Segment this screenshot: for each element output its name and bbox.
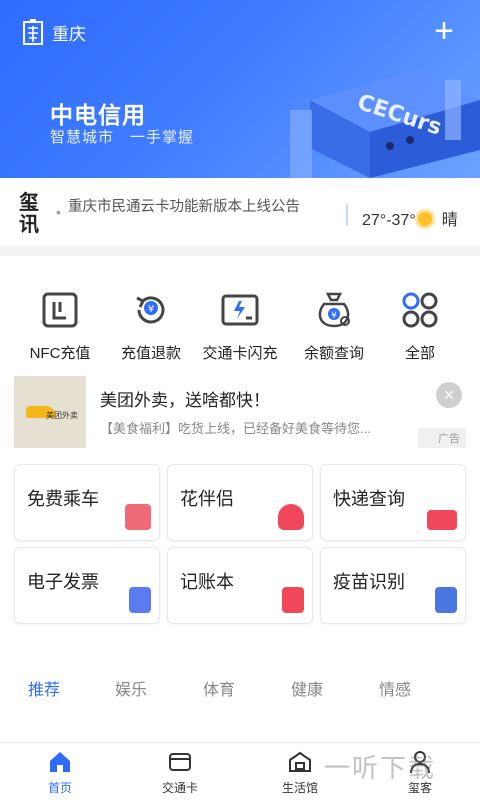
notice-headline[interactable]: 重庆市民通云卡功能新版本上线公告 — [68, 195, 300, 216]
service-label: 余额查询 — [303, 345, 364, 362]
nav-transit-card[interactable]: 交通卡 — [140, 749, 220, 796]
life-hall-icon — [289, 751, 311, 772]
tab-health[interactable]: 健康 — [291, 676, 323, 700]
tab-sports[interactable]: 体育 — [203, 676, 235, 700]
tab-recommend[interactable]: 推荐 — [28, 676, 60, 700]
tile-label: 花伴侣 — [180, 489, 234, 509]
category-tabs: 推荐 娱乐 体育 健康 情感 — [0, 676, 480, 706]
tile-label: 快递查询 — [333, 489, 405, 509]
ad-banner[interactable]: 美团外卖 美团外卖，送啥都快！ 【美食福利】吃货上线，已经备好美食等待您... … — [14, 376, 466, 450]
city-selector[interactable]: 重庆 — [52, 20, 86, 45]
ad-thumbnail: 美团外卖 — [14, 376, 86, 448]
notice-logo: 玺讯 — [19, 192, 39, 236]
tab-emotion[interactable]: 情感 — [379, 676, 411, 700]
ledger-icon — [282, 587, 304, 613]
tab-entertainment[interactable]: 娱乐 — [115, 676, 147, 700]
service-label: 充值退款 — [120, 345, 181, 362]
banner-subtitle: 智慧城市 一手掌握 — [50, 129, 195, 146]
ad-thumb-brand: 美团外卖 — [46, 411, 78, 420]
tile-flower[interactable]: 花伴侣 — [167, 464, 313, 541]
flower-icon — [278, 504, 304, 530]
tile-label: 疫苗识别 — [333, 572, 405, 592]
nav-label: 首页 — [47, 781, 72, 795]
service-grid: NFC充值 ¥ 充值退款 交通卡闪充 ¥ 余额查询 全部 — [0, 280, 480, 363]
tile-label: 记账本 — [180, 572, 234, 592]
invoice-icon — [129, 587, 151, 613]
service-nfc[interactable]: NFC充值 — [12, 280, 108, 363]
service-balance-query[interactable]: ¥ 余额查询 — [286, 280, 382, 363]
close-icon[interactable]: × — [436, 382, 462, 408]
nfc-icon — [42, 292, 78, 328]
header-banner: 重庆 + 中电信用 智慧城市 一手掌握 CECurs — [0, 0, 480, 178]
tile-ledger[interactable]: 记账本 — [167, 547, 313, 624]
banner-illustration: CECurs — [290, 70, 480, 178]
ad-tag: 广告 — [418, 428, 466, 448]
ad-title: 美团外卖，送啥都快！ — [100, 391, 270, 410]
city-logo-icon[interactable] — [22, 18, 44, 46]
service-all[interactable]: 全部 — [372, 280, 468, 363]
tile-vaccine[interactable]: 疫苗识别 — [320, 547, 466, 624]
tile-free-ride[interactable]: 免费乘车 — [14, 464, 160, 541]
ad-description: 【美食福利】吃货上线，已经备好美食等待您... — [100, 421, 371, 436]
service-label: 交通卡闪充 — [202, 345, 278, 362]
tile-label: 电子发票 — [27, 572, 99, 592]
vaccine-book-icon — [435, 587, 457, 613]
watermark: 一听下载 — [324, 753, 437, 783]
nav-home[interactable]: 首页 — [20, 749, 100, 796]
balance-query-icon: ¥ — [318, 292, 350, 328]
svg-text:¥: ¥ — [148, 304, 154, 315]
all-grid-icon — [402, 292, 438, 328]
weather-widget[interactable]: 27°-37° 晴 — [362, 206, 458, 230]
svg-text:¥: ¥ — [331, 311, 337, 321]
truck-icon — [427, 510, 457, 530]
refund-icon: ¥ — [136, 296, 165, 324]
tile-label: 免费乘车 — [27, 489, 99, 509]
home-icon — [50, 752, 70, 772]
add-icon[interactable]: + — [434, 14, 454, 48]
quick-tiles: 免费乘车 花伴侣 快递查询 电子发票 记账本 疫苗识别 — [14, 464, 466, 626]
weather-condition: 晴 — [441, 212, 458, 229]
card-icon — [169, 753, 191, 771]
notice-bar[interactable]: 玺讯 • 重庆市民通云卡功能新版本上线公告 27°-37° 晴 — [0, 178, 480, 256]
bullet-icon: • — [56, 204, 61, 220]
flash-charge-icon — [221, 294, 259, 326]
banner-title: 中电信用 — [50, 102, 146, 128]
service-label: 全部 — [404, 345, 435, 362]
tile-e-invoice[interactable]: 电子发票 — [14, 547, 160, 624]
tile-express-query[interactable]: 快递查询 — [320, 464, 466, 541]
weather-temperature: 27°-37° — [362, 212, 416, 229]
service-refund[interactable]: ¥ 充值退款 — [103, 280, 199, 363]
free-ride-icon — [125, 504, 151, 530]
divider — [346, 204, 348, 226]
nav-label: 交通卡 — [161, 781, 198, 795]
sun-icon — [417, 212, 432, 226]
service-flash-charge[interactable]: 交通卡闪充 — [192, 280, 288, 363]
service-label: NFC充值 — [29, 345, 91, 362]
